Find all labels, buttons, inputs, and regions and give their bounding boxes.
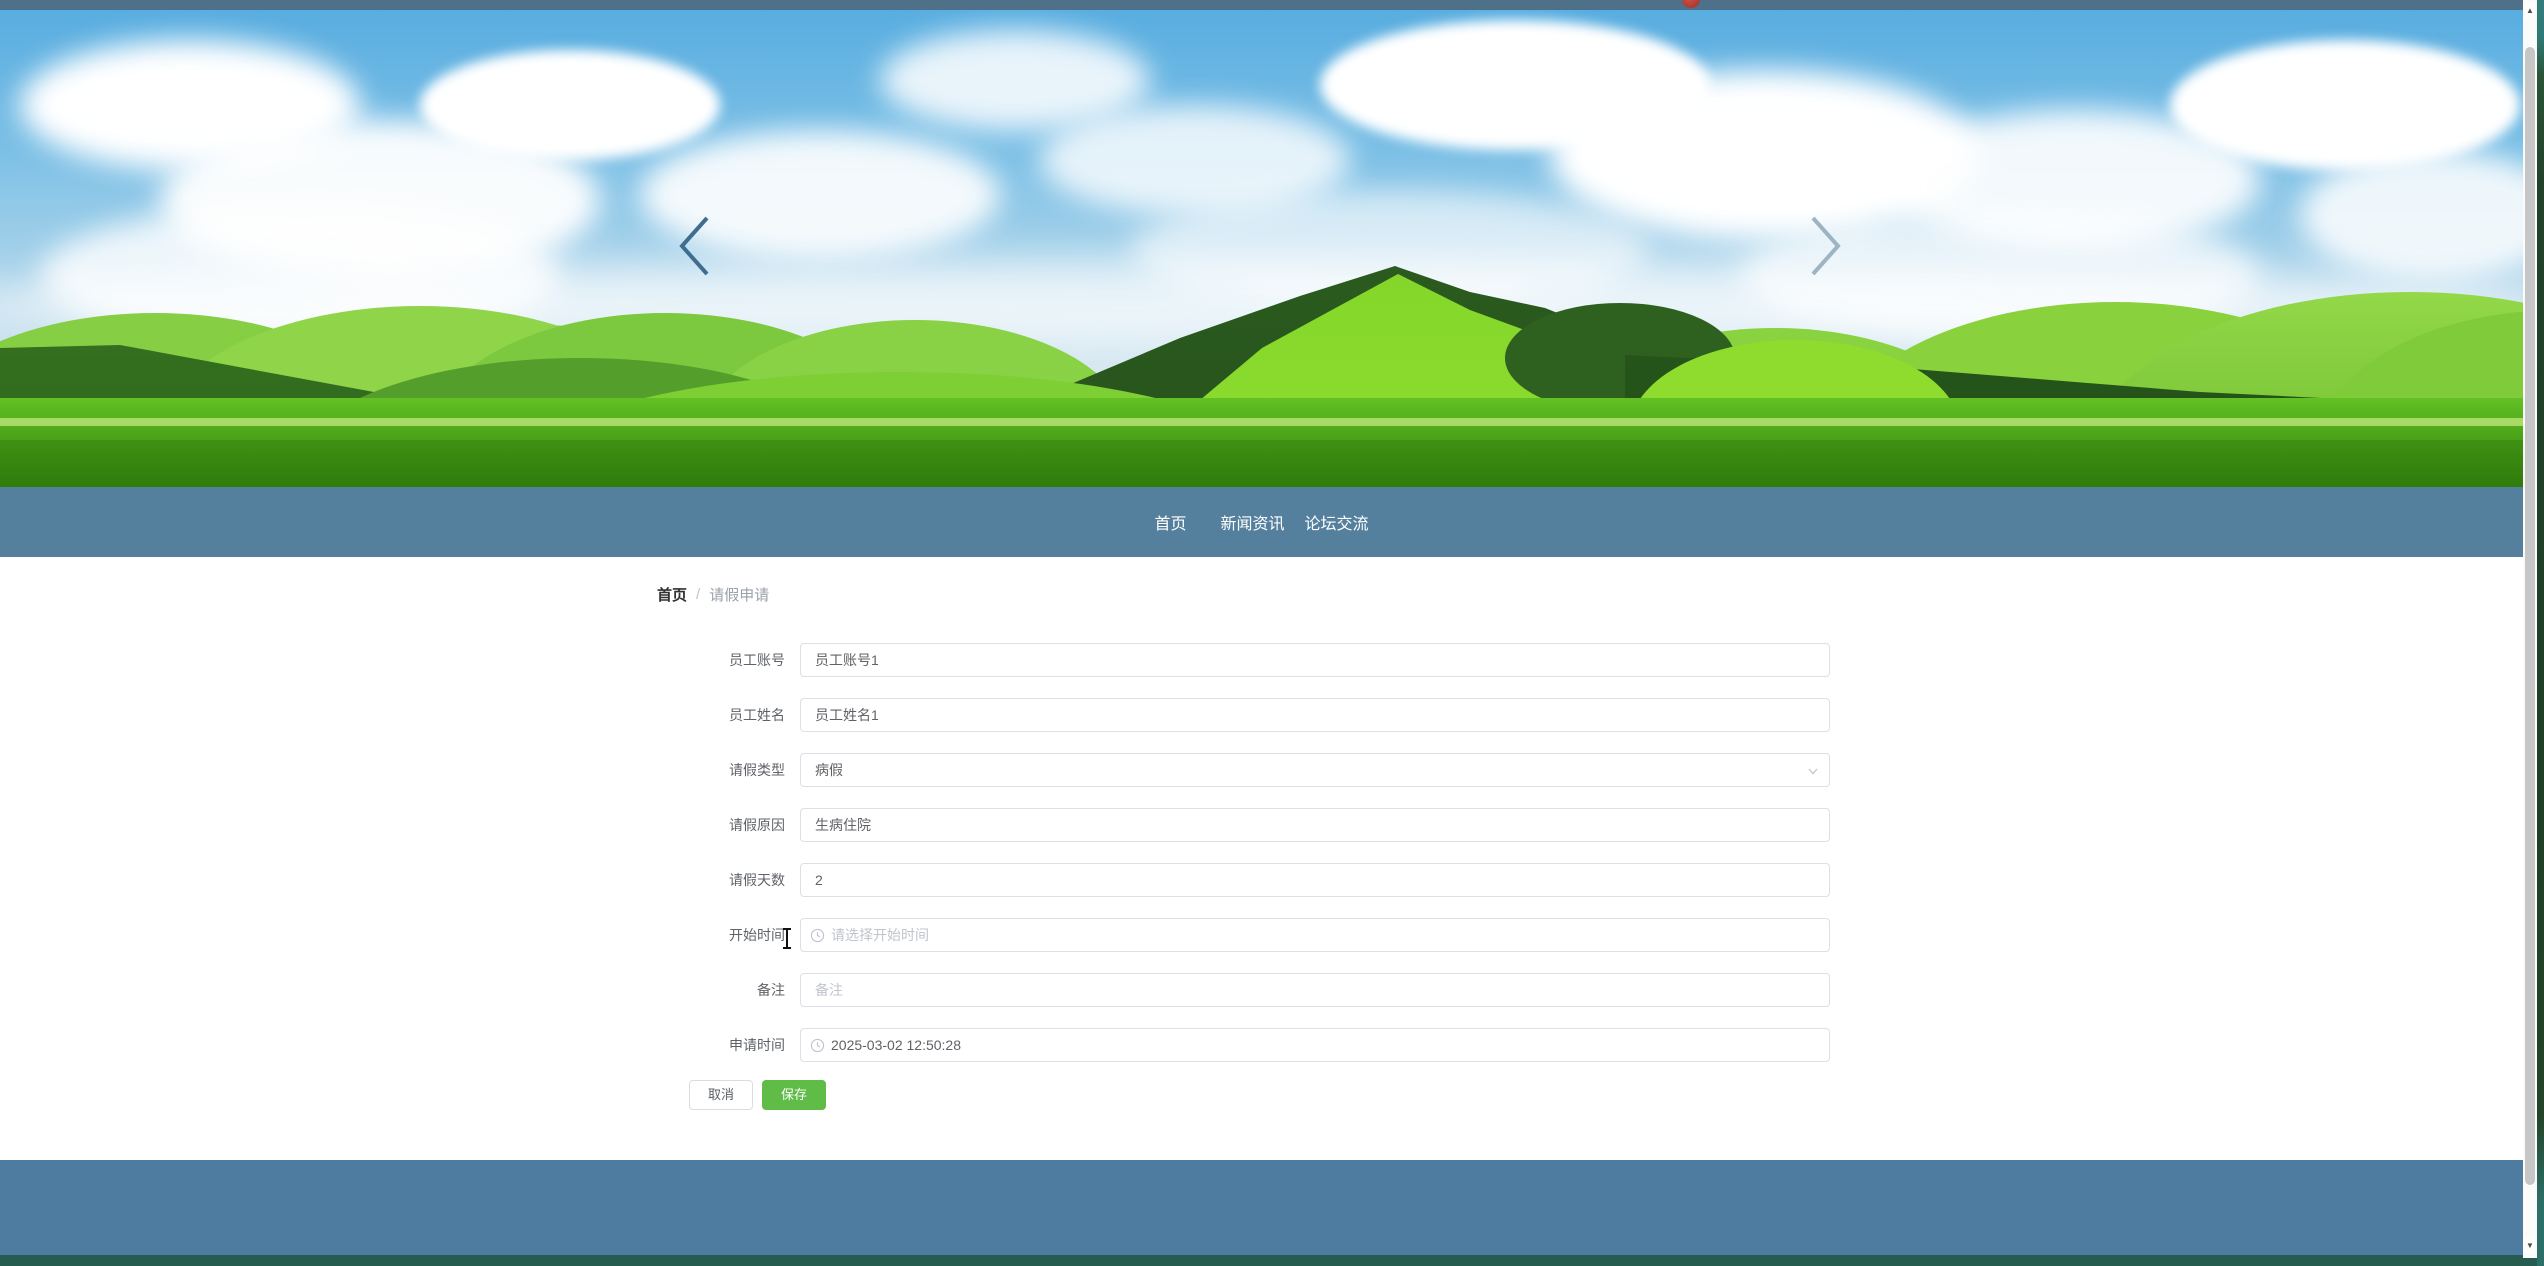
form-actions: 取消 保存 bbox=[689, 1080, 826, 1110]
main-nav: 首页 新闻资讯 论坛交流 bbox=[0, 487, 2523, 557]
breadcrumb-separator: / bbox=[696, 586, 700, 603]
breadcrumb: 首页 / 请假申请 bbox=[657, 584, 769, 605]
nav-item-news[interactable]: 新闻资讯 bbox=[1210, 510, 1294, 534]
form-row-employee-account: 员工账号 bbox=[657, 643, 1837, 677]
employee-name-input[interactable] bbox=[801, 699, 1829, 731]
leave-reason-label: 请假原因 bbox=[657, 808, 785, 842]
form-row-leave-reason: 请假原因 bbox=[657, 808, 1837, 842]
screen-right-edge-strip bbox=[2537, 0, 2544, 1266]
form-row-remark: 备注 bbox=[657, 973, 1837, 1007]
form-row-apply-time: 申请时间 bbox=[657, 1028, 1837, 1062]
vertical-scrollbar[interactable]: ▲ ▼ bbox=[2523, 0, 2537, 1258]
nav-item-forum[interactable]: 论坛交流 bbox=[1295, 510, 1379, 534]
apply-time-input[interactable] bbox=[801, 1029, 1829, 1061]
remark-input[interactable] bbox=[801, 974, 1829, 1006]
employee-name-field bbox=[800, 698, 1830, 732]
form-row-start-time: 开始时间 bbox=[657, 918, 1837, 952]
employee-account-input[interactable] bbox=[801, 644, 1829, 676]
leave-reason-input[interactable] bbox=[801, 809, 1829, 841]
cloud bbox=[2170, 40, 2520, 170]
breadcrumb-current: 请假申请 bbox=[709, 584, 769, 605]
text-cursor bbox=[782, 928, 792, 949]
apply-time-field bbox=[800, 1028, 1830, 1062]
form-row-leave-days: 请假天数 bbox=[657, 863, 1837, 897]
hero-carousel bbox=[0, 10, 2523, 487]
hero-field-dark bbox=[0, 440, 2523, 487]
remark-field bbox=[800, 973, 1830, 1007]
start-time-field bbox=[800, 918, 1830, 952]
carousel-next-arrow[interactable] bbox=[1801, 213, 1849, 279]
save-button[interactable]: 保存 bbox=[762, 1080, 826, 1110]
chevron-down-icon bbox=[1807, 765, 1819, 777]
scrollbar-up-arrow[interactable]: ▲ bbox=[2523, 2, 2537, 19]
page-footer bbox=[0, 1160, 2523, 1255]
start-time-label: 开始时间 bbox=[657, 918, 785, 952]
scrollbar-down-arrow[interactable]: ▼ bbox=[2523, 1237, 2537, 1254]
leave-days-field bbox=[800, 863, 1830, 897]
leave-days-input[interactable] bbox=[801, 864, 1829, 896]
scrollbar-thumb[interactable] bbox=[2525, 47, 2535, 1185]
form-row-leave-type: 请假类型 病假 bbox=[657, 753, 1837, 787]
remark-label: 备注 bbox=[657, 973, 785, 1007]
leave-days-label: 请假天数 bbox=[657, 863, 785, 897]
leave-type-label: 请假类型 bbox=[657, 753, 785, 787]
nav-item-home[interactable]: 首页 bbox=[1144, 510, 1196, 534]
hero-field-light-band bbox=[0, 418, 2523, 426]
leave-reason-field bbox=[800, 808, 1830, 842]
employee-account-field bbox=[800, 643, 1830, 677]
apply-time-label: 申请时间 bbox=[657, 1028, 785, 1062]
carousel-prev-arrow[interactable] bbox=[671, 213, 719, 279]
form-row-employee-name: 员工姓名 bbox=[657, 698, 1837, 732]
breadcrumb-home-link[interactable]: 首页 bbox=[657, 584, 687, 605]
cancel-button[interactable]: 取消 bbox=[689, 1080, 753, 1110]
window-top-bar bbox=[0, 0, 2523, 10]
cloud bbox=[420, 50, 720, 160]
bottom-edge-strip bbox=[0, 1255, 2544, 1266]
leave-type-select[interactable]: 病假 bbox=[800, 753, 1830, 787]
main-content: 首页 / 请假申请 员工账号 员工姓名 请假类型 病假 请假原因 bbox=[0, 557, 2523, 1160]
employee-account-label: 员工账号 bbox=[657, 643, 785, 677]
employee-name-label: 员工姓名 bbox=[657, 698, 785, 732]
start-time-input[interactable] bbox=[801, 919, 1829, 951]
leave-type-selected-value: 病假 bbox=[815, 754, 843, 786]
